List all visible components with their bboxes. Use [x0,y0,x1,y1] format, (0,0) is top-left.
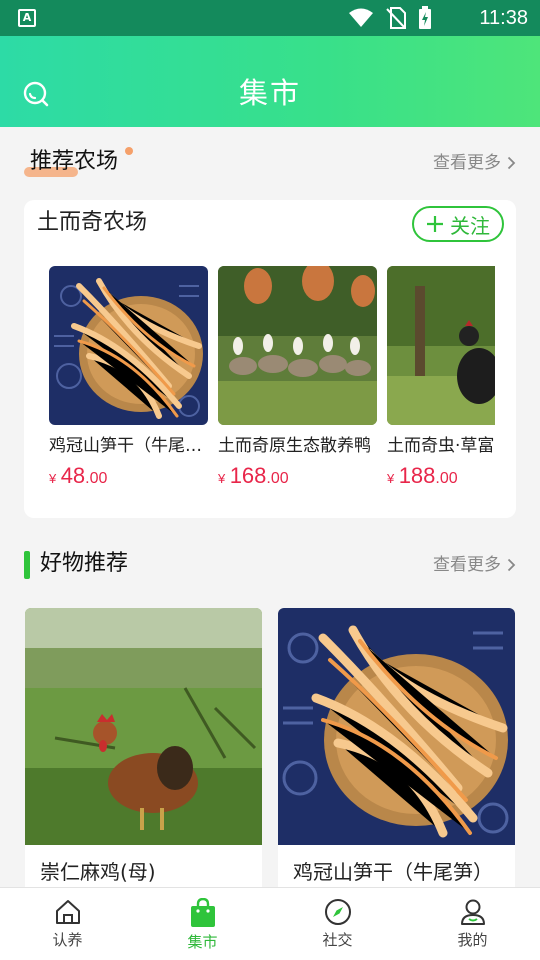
price-decimal: .00 [435,470,458,487]
farm-product-name: 土而奇虫·草富 [387,436,495,456]
farm-product-price: ¥ 168.00 [218,463,377,489]
nav-label: 社交 [322,931,353,949]
product-card[interactable]: 崇仁麻鸡(母) [25,608,262,887]
nav-label: 认养 [52,931,83,949]
battery-charging-icon [419,6,431,29]
free-range-ducks-image [218,266,377,425]
nav-item-social[interactable]: 社交 [270,888,405,960]
black-chicken-image [387,266,495,425]
chevron-right-icon [507,156,516,170]
farm-product-name: 土而奇原生态散养鸭 [218,436,371,456]
price-integer: 168 [229,463,267,488]
good-products-header: 好物推荐 查看更多 [0,545,540,585]
no-sim-icon [386,7,406,29]
price-decimal: .00 [266,470,289,487]
price-integer: 188 [398,463,436,488]
user-icon [460,899,485,925]
wifi-icon [349,8,373,27]
price-currency: ¥ [387,471,395,486]
farm-product-price: ¥ 188.00 [387,463,495,489]
recommended-farms-more-link[interactable]: 查看更多 [433,151,516,175]
farm-product-price: ¥ 48.00 [49,463,208,489]
app-notification-icon: A [18,9,36,27]
price-currency: ¥ [218,471,226,486]
chevron-right-icon [507,558,516,572]
good-products-title: 好物推荐 [40,551,129,576]
status-icons [348,6,432,30]
farm-products-scroller[interactable]: 鸡冠山笋干（牛尾笋） ¥ 48.00 土而奇原生态散养鸭 ¥ 168.00 土而… [49,266,495,506]
title-dot-mark [125,147,133,155]
plus-icon [427,216,443,232]
price-decimal: .00 [85,470,108,487]
farm-product-card[interactable]: 土而奇虫·草富 ¥ 188.00 [387,266,495,489]
nav-item-adopt[interactable]: 认养 [0,888,135,960]
more-label: 查看更多 [433,555,501,575]
recommended-farms-header: 推荐农场 查看更多 [0,143,540,183]
recommended-farms-title: 推荐农场 [30,149,119,174]
bamboo-shoots-image [278,608,515,845]
farm-product-name: 鸡冠山笋干（牛尾笋） [49,436,208,456]
price-currency: ¥ [49,471,57,486]
farm-card[interactable]: 土而奇农场 关注 鸡冠山笋干（牛尾笋） ¥ 48.00 土而奇原生态散养鸭 ¥ … [24,200,516,518]
good-products-more-link[interactable]: 查看更多 [433,553,516,577]
bottom-nav: 认养 集市 社交 我的 [0,887,540,960]
status-bar: A 11:38 [0,0,540,36]
rooster-image [25,608,262,845]
bamboo-shoots-image [49,266,208,425]
farm-name: 土而奇农场 [37,210,148,235]
farm-product-card[interactable]: 鸡冠山笋干（牛尾笋） ¥ 48.00 [49,266,208,489]
status-time: 11:38 [479,7,528,29]
page-title: 集市 [238,78,301,110]
nav-item-market[interactable]: 集市 [135,888,270,960]
market-content[interactable]: 推荐农场 查看更多 土而奇农场 关注 鸡冠山笋干（牛尾笋） ¥ 48.00 土而… [0,127,540,887]
nav-label: 集市 [187,933,218,951]
price-integer: 48 [60,463,86,488]
compass-icon [324,899,351,925]
app-header: 集市 [0,36,540,127]
home-icon [55,900,80,924]
nav-label: 我的 [457,931,488,949]
follow-button[interactable]: 关注 [412,206,504,242]
product-name: 鸡冠山笋干（牛尾笋） [293,860,493,884]
shopping-bag-icon [190,898,215,927]
farm-product-card[interactable]: 土而奇原生态散养鸭 ¥ 168.00 [218,266,377,489]
product-name: 崇仁麻鸡(母) [40,860,156,884]
more-label: 查看更多 [433,153,501,173]
product-card[interactable]: 鸡冠山笋干（牛尾笋） [278,608,515,887]
follow-label: 关注 [450,213,490,238]
nav-item-mine[interactable]: 我的 [405,888,540,960]
